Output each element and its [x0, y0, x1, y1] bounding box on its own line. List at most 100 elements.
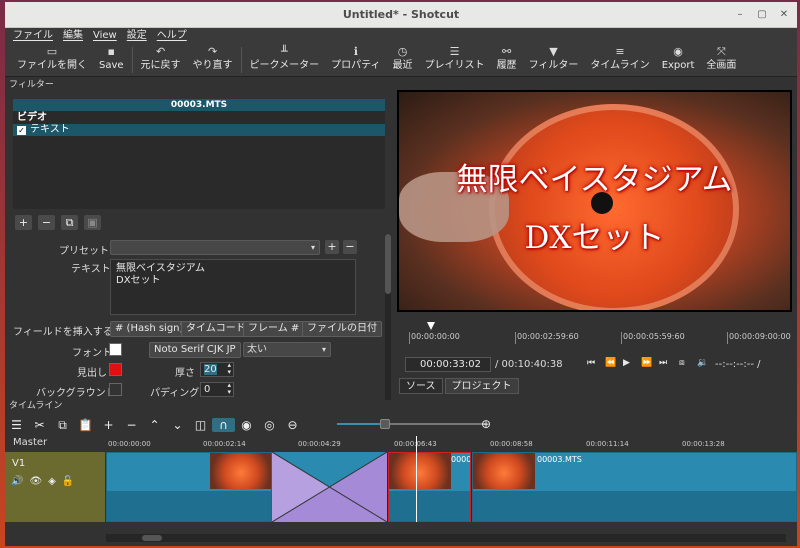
insert-timecode-button[interactable]: タイムコード	[181, 321, 251, 337]
zoom-out-icon[interactable]: ⊖	[281, 418, 304, 432]
properties-button[interactable]: ℹ プロパティ	[325, 43, 386, 72]
transport-controls: 00:00:33:02 / 00:10:40:38 ⏮ ⏪ ▶ ⏩ ⏭ ⧈ 🔉 …	[397, 357, 792, 373]
tab-source[interactable]: ソース	[399, 378, 443, 394]
timeline-ruler[interactable]: 00:00:00:00 00:00:02:14 00:00:04:29 00:0…	[106, 436, 797, 452]
overlay-text-line2: DXセット	[524, 220, 665, 256]
outline-color-swatch[interactable]	[109, 363, 122, 376]
lift-icon[interactable]: ⌃	[143, 418, 166, 432]
copy-filter-button[interactable]: ⧉	[61, 215, 78, 230]
undo-button[interactable]: ↶ 元に戻す	[135, 43, 187, 72]
export-button[interactable]: ◉ Export	[656, 43, 701, 72]
timeline-clip[interactable]: 00003.MTS	[472, 452, 797, 522]
volume-icon[interactable]: 🔉	[697, 358, 708, 368]
scrollbar-thumb[interactable]	[385, 234, 391, 294]
recent-button[interactable]: ◷ 最近	[387, 43, 419, 72]
remove-filter-button[interactable]: −	[38, 215, 55, 230]
lock-icon[interactable]: 🔓	[62, 476, 74, 487]
track-v1-area[interactable]: 00003 00003.MTS	[106, 452, 797, 522]
timeline-scrollbar[interactable]	[106, 534, 786, 542]
insert-frame-button[interactable]: フレーム #	[243, 321, 305, 337]
insert-file-date-button[interactable]: ファイルの日付	[302, 321, 382, 337]
timeline-button[interactable]: ≡ タイムライン	[584, 43, 655, 72]
padding-spinbox[interactable]: 0 ▴ ▾	[200, 382, 234, 397]
position-timecode[interactable]: 00:00:33:02	[405, 357, 491, 372]
redo-button[interactable]: ↷ やり直す	[187, 43, 239, 72]
delete-preset-button[interactable]: −	[343, 240, 357, 254]
viewer-playhead-icon[interactable]	[427, 322, 435, 330]
save-button[interactable]: ▪ Save	[93, 43, 130, 72]
save-preset-button[interactable]: +	[325, 240, 339, 254]
playlist-button[interactable]: ☰ プレイリスト	[419, 43, 491, 72]
zoom-slider-handle[interactable]	[380, 419, 390, 429]
video-bowl-image	[489, 104, 739, 310]
filter-item-text[interactable]: ✓ テキスト	[13, 124, 385, 136]
timeline-clip-selected[interactable]: 00003	[388, 452, 471, 522]
tab-project[interactable]: プロジェクト	[444, 378, 519, 394]
ripple-icon[interactable]: ◎	[258, 418, 281, 432]
cut-icon[interactable]: ✂	[28, 418, 51, 432]
menu-help[interactable]: ヘルプ	[157, 28, 187, 43]
menu-icon[interactable]: ☰	[5, 418, 28, 432]
composite-icon[interactable]: ◈	[48, 476, 56, 487]
play-icon[interactable]: ▶	[623, 358, 630, 368]
thickness-label: 厚さ	[175, 368, 195, 379]
add-filter-button[interactable]: +	[15, 215, 32, 230]
filters-button[interactable]: ▼ フィルター	[523, 43, 585, 72]
history-button[interactable]: ⚯ 履歴	[491, 43, 523, 72]
font-color-swatch[interactable]	[109, 343, 122, 356]
timeline-clip[interactable]	[106, 452, 272, 522]
font-weight-combobox[interactable]: 太い ▾	[243, 342, 331, 357]
ruler-tick: 00:00:09:00:00	[729, 332, 791, 341]
paste-filter-button[interactable]: ▣	[84, 215, 101, 230]
split-icon[interactable]: ◫	[189, 418, 212, 432]
track-name: V1	[12, 458, 26, 469]
close-icon[interactable]: ✕	[777, 8, 791, 22]
skip-next-icon[interactable]: ⏭	[659, 358, 667, 368]
viewer-ruler[interactable]: 00:00:00:00 00:00:02:59:60 00:00:05:59:6…	[397, 318, 792, 348]
rewind-icon[interactable]: ⏪	[605, 358, 616, 368]
menu-view[interactable]: View	[93, 28, 117, 43]
track-headers: Master V1 🔊 👁 ◈ 🔓	[5, 436, 105, 544]
overwrite-icon[interactable]: ⌄	[166, 418, 189, 432]
text-input[interactable]: 無限ベイスタジアム DXセット	[110, 259, 356, 315]
fast-forward-icon[interactable]: ⏩	[641, 358, 652, 368]
minimize-icon[interactable]: –	[733, 8, 747, 22]
snap-icon[interactable]: ∩	[212, 418, 235, 432]
timeline-playhead[interactable]	[416, 436, 417, 522]
menu-edit[interactable]: 編集	[63, 28, 83, 43]
copy-icon[interactable]: ⧉	[51, 418, 74, 433]
open-folder-icon: ▭	[46, 45, 58, 58]
background-color-swatch[interactable]	[109, 383, 122, 396]
eye-icon[interactable]: 👁	[29, 476, 42, 487]
menu-settings[interactable]: 設定	[127, 28, 147, 43]
peak-meter-button[interactable]: ╨ ピークメーター	[244, 43, 326, 72]
redo-icon: ↷	[207, 45, 218, 58]
skip-previous-icon[interactable]: ⏮	[587, 358, 595, 368]
insert-hash-button[interactable]: # (Hash sign)	[110, 321, 189, 337]
append-icon[interactable]: +	[97, 418, 120, 432]
scrollbar-thumb[interactable]	[142, 535, 162, 541]
mute-icon[interactable]: 🔊	[11, 476, 23, 487]
background-label: バックグラウンド	[36, 388, 116, 399]
preset-combobox[interactable]: ▾	[110, 240, 320, 255]
filters-scrollbar[interactable]	[385, 234, 391, 404]
transition-clip[interactable]	[272, 452, 387, 522]
grid-icon[interactable]: ⧈	[679, 358, 685, 368]
zoom-in-icon[interactable]: ⊕	[481, 417, 491, 431]
fullscreen-button[interactable]: ⤧ 全画面	[700, 43, 742, 72]
remove-icon[interactable]: −	[120, 418, 143, 432]
zoom-slider[interactable]	[337, 419, 485, 429]
ruler-line	[515, 332, 516, 344]
font-button[interactable]: Noto Serif CJK JP	[149, 342, 241, 358]
main-toolbar: ▭ ファイルを開く ▪ Save ↶ 元に戻す ↷ やり直す ╨ ピークメーター ℹ プロパ…	[5, 43, 797, 77]
scrub-icon[interactable]: ◉	[235, 418, 258, 432]
thickness-spinbox[interactable]: 20 ▴ ▾	[200, 362, 234, 377]
paste-icon[interactable]: 📋	[74, 418, 97, 432]
filter-enabled-checkbox[interactable]: ✓	[17, 126, 26, 135]
track-header-v1[interactable]: V1 🔊 👁 ◈ 🔓	[5, 452, 105, 522]
video-viewer[interactable]: 無限ベイスタジアム DXセット	[397, 90, 792, 312]
menu-file[interactable]: ファイル	[13, 28, 53, 43]
font-label: フォント	[72, 348, 112, 359]
maximize-icon[interactable]: ▢	[755, 8, 769, 22]
open-file-button[interactable]: ▭ ファイルを開く	[11, 43, 93, 72]
